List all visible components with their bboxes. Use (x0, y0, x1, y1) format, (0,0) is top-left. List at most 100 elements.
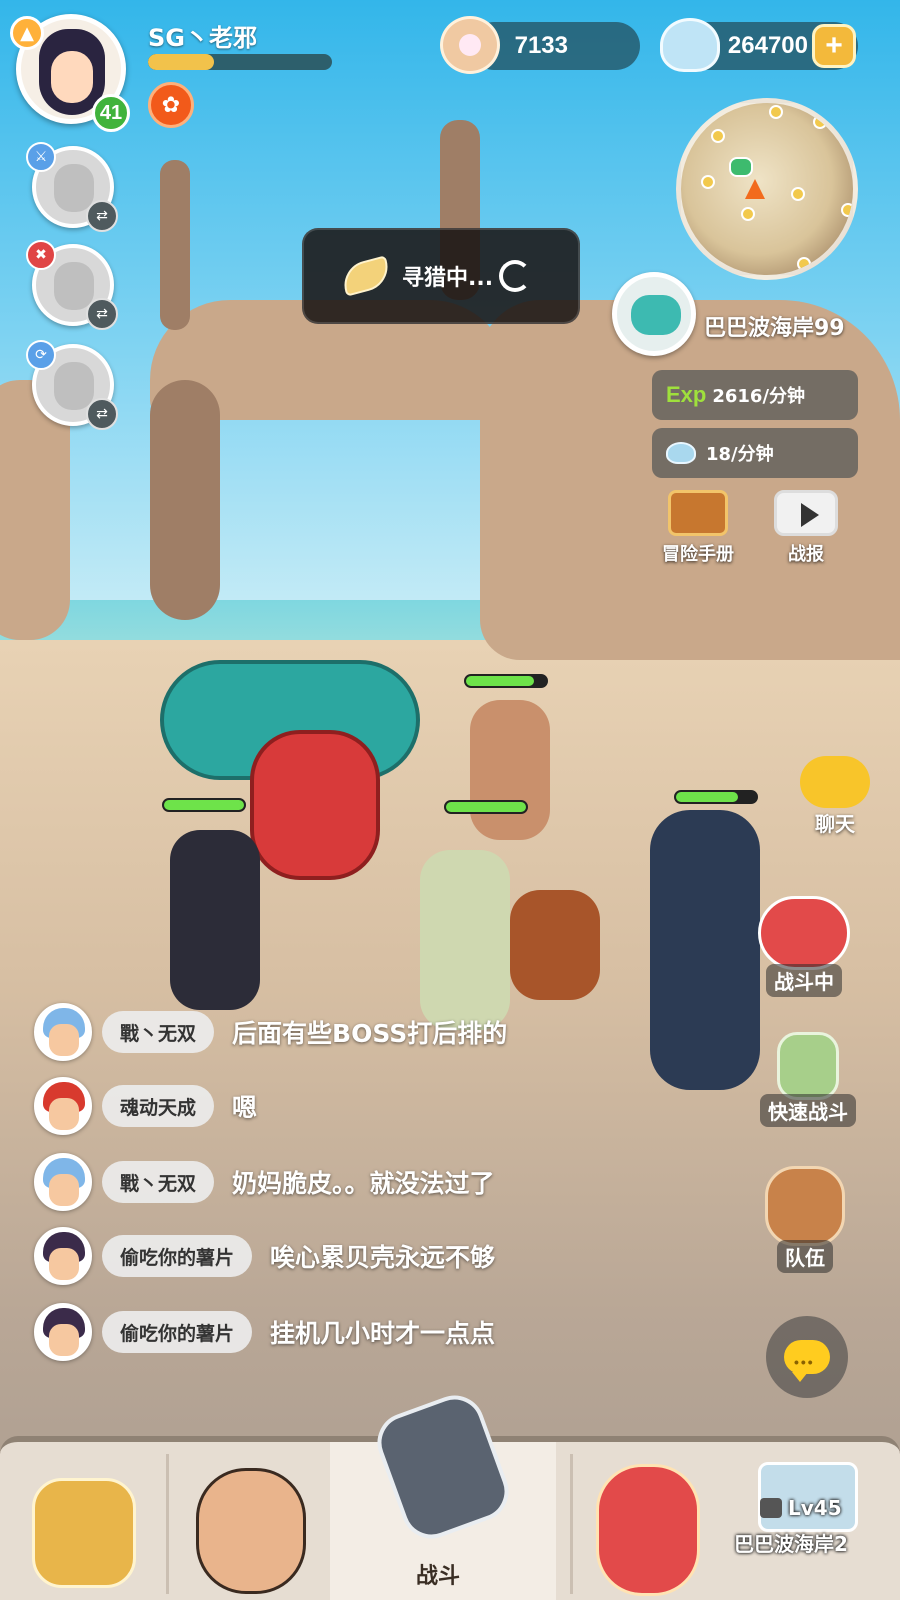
chat-message[interactable]: 戰丶无双 奶妈脆皮。。就没法过了 (34, 1152, 495, 1212)
loading-spinner-icon (499, 260, 532, 292)
locked-area-level: Lv45 (788, 1496, 842, 1520)
hero-mage[interactable] (170, 830, 260, 1010)
map-node (813, 115, 827, 129)
map-node (769, 105, 783, 119)
chat-avatar[interactable] (34, 1153, 92, 1211)
horn-icon (338, 255, 394, 297)
map-node (797, 257, 811, 271)
exp-label: Exp (666, 382, 707, 407)
in-battle-button[interactable]: 战斗中 (752, 896, 856, 997)
team-member-slot-1[interactable]: ⚔ ⇄ (26, 142, 118, 232)
chat-avatar[interactable] (34, 1303, 92, 1361)
buff-status-icon[interactable]: ✿ (148, 82, 194, 128)
map-node (841, 203, 853, 217)
handbook-label: 冒险手册 (662, 544, 734, 565)
in-battle-label: 战斗中 (766, 964, 842, 997)
shell-icon (666, 442, 696, 464)
chat-sender-name[interactable]: 戰丶无双 (102, 1161, 215, 1203)
map-node (711, 129, 725, 143)
chat-sender-name[interactable]: 魂动天成 (102, 1085, 215, 1127)
bottom-nav: 战斗 Lv45 巴巴波海岸2 (0, 1387, 900, 1600)
team-member-slot-3[interactable]: ⟳ ⇄ (26, 340, 118, 430)
player-exp-bar (148, 54, 332, 70)
flame-icon: ▲ (10, 16, 44, 50)
team-member-slot-2[interactable]: ✖ ⇄ (26, 240, 118, 330)
tab-locked-area[interactable]: Lv45 巴巴波海岸2 (728, 1442, 900, 1600)
chat-avatar[interactable] (34, 1003, 92, 1061)
hp-bar (162, 798, 246, 812)
chat-message[interactable]: 魂动天成 嗯 (34, 1076, 257, 1136)
chat-channel-button[interactable]: 聊天 (790, 756, 880, 837)
tab-tribe[interactable] (20, 1442, 150, 1600)
hp-bar (444, 800, 528, 814)
chat-avatar[interactable] (34, 1077, 92, 1135)
report-label: 战报 (788, 544, 824, 565)
chat-avatar[interactable] (34, 1227, 92, 1285)
player-position-marker (745, 179, 765, 199)
swap-icon[interactable]: ⇄ (86, 298, 118, 330)
rock-cliff-right (480, 300, 900, 660)
tab-pet[interactable] (586, 1442, 716, 1600)
hunting-status-banner: 寻猎中... (302, 228, 580, 324)
open-chat-button[interactable]: ••• (766, 1316, 848, 1398)
chat-message[interactable]: 戰丶无双 后面有些BOSS打后排的 (34, 1002, 507, 1062)
stone-idol-icon (777, 1032, 839, 1100)
book-icon (668, 490, 728, 536)
chat-sender-name[interactable]: 偷吃你的薯片 (102, 1311, 253, 1353)
hunting-status-text: 寻猎中... (402, 266, 494, 291)
tribe-chief-icon (32, 1478, 136, 1588)
map-boss-marker (729, 157, 753, 177)
chat-message[interactable]: 偷吃你的薯片 唉心累贝壳永远不够 (34, 1226, 495, 1286)
area-boss-portrait[interactable] (612, 272, 696, 356)
pearl-shell-icon (440, 16, 500, 74)
chat-message-text: 后面有些BOSS打后排的 (232, 1019, 508, 1048)
shell-rate-panel: 18/分钟 (652, 428, 858, 478)
tab-hero[interactable] (180, 1442, 320, 1600)
map-node (791, 187, 805, 201)
location-name: 巴巴波海岸99 (704, 316, 845, 341)
battle-report-button[interactable]: 战报 (766, 490, 846, 566)
hp-bar (464, 674, 548, 688)
speech-bubble-icon: ••• (784, 1340, 830, 1382)
video-icon (774, 490, 838, 536)
tab-battle[interactable]: 战斗 (330, 1387, 556, 1600)
hp-fill (676, 792, 739, 802)
hp-fill (164, 800, 244, 810)
red-dino-pet-icon (596, 1464, 700, 1596)
hero-warrior[interactable] (470, 700, 550, 840)
quick-battle-button[interactable]: 快速战斗 (756, 1032, 860, 1127)
red-dino-enemy[interactable] (250, 730, 380, 880)
chat-sender-name[interactable]: 戰丶无双 (102, 1011, 215, 1053)
chat-message-text: 唉心累贝壳永远不够 (270, 1243, 496, 1272)
lock-icon (760, 1498, 782, 1518)
player-name: SG丶老邪 (148, 24, 257, 52)
pet-fox[interactable] (510, 890, 600, 1000)
team-button[interactable]: 队伍 (758, 1166, 852, 1273)
swap-icon[interactable]: ⇄ (86, 398, 118, 430)
shell-amount: 264700 (727, 32, 808, 59)
chat-message-text: 挂机几小时才一点点 (270, 1319, 496, 1348)
chat-message[interactable]: 偷吃你的薯片 挂机几小时才一点点 (34, 1302, 495, 1362)
adventure-handbook-button[interactable]: 冒险手册 (650, 490, 746, 566)
rock-pillar-left (150, 380, 220, 620)
shell-rate: 18/分钟 (706, 444, 774, 465)
player-level-badge: 41 (92, 94, 130, 132)
map-node (701, 175, 715, 189)
swap-icon[interactable]: ⇄ (86, 200, 118, 232)
hero-face-icon (196, 1468, 306, 1594)
hero-hunter[interactable] (650, 810, 760, 1090)
rock-spike (160, 160, 190, 330)
chat-message-text: 奶妈脆皮。。就没法过了 (232, 1169, 495, 1198)
hp-bar (674, 790, 758, 804)
add-currency-button[interactable]: + (812, 24, 856, 68)
locked-area-name: 巴巴波海岸2 (734, 1532, 848, 1556)
chat-sender-name[interactable]: 偷吃你的薯片 (102, 1235, 253, 1277)
shell-icon (660, 18, 720, 72)
attack-role-icon: ✖ (26, 240, 56, 270)
map-node (741, 207, 755, 221)
sword-role-icon: ⚔ (26, 142, 56, 172)
chat-message-text: 嗯 (232, 1093, 258, 1122)
red-monster-icon (758, 896, 850, 970)
pearl-amount: 7133 (514, 32, 568, 59)
minimap[interactable] (676, 98, 858, 280)
